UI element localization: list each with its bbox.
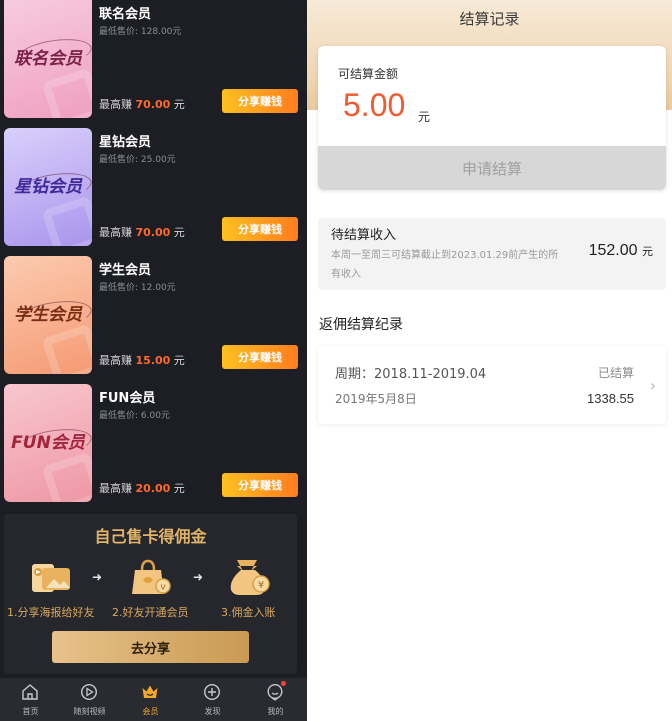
chevron-right-icon: › xyxy=(649,376,656,395)
play-icon xyxy=(80,683,98,701)
crown-icon xyxy=(142,685,158,698)
tab-label: 首页 xyxy=(22,707,39,716)
step-label: 1.分享海报给好友 xyxy=(7,606,95,619)
commission-promo: 自己售卡得佣金 ➜ v ➜ ¥ 1.分享海报给好友 2.好友开通会员 3.佣金入… xyxy=(4,514,297,674)
promo-title: 自己售卡得佣金 xyxy=(94,527,207,546)
apply-settlement-button[interactable]: 申请结算 xyxy=(318,146,666,190)
card-max-earn: 最高赚 20.00 元 xyxy=(99,482,185,495)
pending-description: 本周一至周三可结算截止到2023.01.29前产生的所有收入 xyxy=(331,250,559,280)
record-amount: 1338.55 xyxy=(587,391,634,406)
svg-text:v: v xyxy=(160,583,166,593)
poster-icon xyxy=(32,564,70,592)
notification-badge xyxy=(281,681,286,686)
card-art: 联名会员 xyxy=(4,0,92,118)
home-icon xyxy=(22,684,38,700)
card-art: FUN会员 xyxy=(4,384,92,502)
card-name: 联名会员 xyxy=(99,7,152,22)
card-min-price: 最低售价: 12.00元 xyxy=(99,283,176,293)
record-date: 2019年5月8日 xyxy=(335,392,417,406)
pending-value: 152.00 元 xyxy=(588,242,653,259)
arrow-icon: ➜ xyxy=(193,570,204,584)
member-card-student: 学生会员 学生会员 最低售价: 12.00元 最高赚 15.00 元 分享赚钱 xyxy=(0,256,307,376)
amount-value: 5.00 xyxy=(343,87,406,123)
share-earn-button[interactable]: 分享赚钱 xyxy=(222,473,298,497)
card-min-price: 最低售价: 25.00元 xyxy=(99,155,176,165)
amount-label: 可结算金额 xyxy=(338,67,399,81)
card-max-earn: 最高赚 15.00 元 xyxy=(99,354,185,367)
money-bag-icon: ¥ xyxy=(230,560,270,595)
settleable-amount-card: 可结算金额 5.00 元 申请结算 xyxy=(318,46,666,190)
settlement-record-row[interactable]: 周期：2018.11-2019.04 已结算 2019年5月8日 1338.55… xyxy=(318,346,666,424)
member-card-fun: FUN会员 FUN会员 最低售价: 6.00元 最高赚 20.00 元 分享赚钱 xyxy=(0,384,307,504)
card-max-earn: 最高赚 70.00 元 xyxy=(99,226,185,239)
amount-unit: 元 xyxy=(418,110,431,124)
pending-title: 待结算收入 xyxy=(331,228,397,243)
share-earn-button[interactable]: 分享赚钱 xyxy=(222,89,298,113)
tab-label: 会员 xyxy=(142,707,159,716)
bottom-tab-bar: 首页 随刻视频 会员 发现 我的 xyxy=(0,678,307,721)
card-art: 星钻会员 xyxy=(4,128,92,246)
gift-bag-icon: v xyxy=(132,559,171,594)
page-title: 结算记录 xyxy=(459,10,520,28)
step-label: 3.佣金入账 xyxy=(221,606,276,619)
record-period: 周期：2018.11-2019.04 xyxy=(335,367,487,382)
tab-discover[interactable]: 发现 xyxy=(182,678,243,721)
member-card-lianming: 联名会员 联名会员 最低售价: 128.00元 最高赚 70.00 元 分享赚钱 xyxy=(0,0,307,120)
plus-circle-icon xyxy=(203,683,221,701)
svg-text:¥: ¥ xyxy=(258,580,264,591)
card-name: 学生会员 xyxy=(99,263,152,278)
tab-mine[interactable]: 我的 xyxy=(245,678,306,721)
go-share-button[interactable]: 去分享 xyxy=(52,631,249,663)
share-earn-button[interactable]: 分享赚钱 xyxy=(222,345,298,369)
tab-label: 发现 xyxy=(204,707,221,716)
card-max-earn: 最高赚 70.00 元 xyxy=(99,98,185,111)
settlement-panel: 结算记录 可结算金额 5.00 元 申请结算 待结算收入 本周一至周三可结算截止… xyxy=(307,0,672,721)
member-sales-panel: 联名会员 联名会员 最低售价: 128.00元 最高赚 70.00 元 分享赚钱… xyxy=(0,0,307,721)
tab-label: 随刻视频 xyxy=(73,707,106,716)
records-section-title: 返佣结算纪录 xyxy=(319,317,403,333)
member-card-xingzuan: 星钻会员 星钻会员 最低售价: 25.00元 最高赚 70.00 元 分享赚钱 xyxy=(0,128,307,248)
card-art: 学生会员 xyxy=(4,256,92,374)
tab-home[interactable]: 首页 xyxy=(0,678,61,721)
share-earn-button[interactable]: 分享赚钱 xyxy=(222,217,298,241)
card-name: 星钻会员 xyxy=(99,135,152,150)
step-label: 2.好友开通会员 xyxy=(112,606,189,619)
tab-member[interactable]: 会员 xyxy=(120,678,181,721)
tab-label: 我的 xyxy=(267,707,284,716)
card-name: FUN会员 xyxy=(99,391,156,406)
tab-video[interactable]: 随刻视频 xyxy=(59,678,120,721)
card-min-price: 最低售价: 6.00元 xyxy=(99,411,170,421)
card-min-price: 最低售价: 128.00元 xyxy=(99,27,182,37)
record-status: 已结算 xyxy=(597,366,634,380)
pending-income-card: 待结算收入 本周一至周三可结算截止到2023.01.29前产生的所有收入 152… xyxy=(318,218,666,290)
arrow-icon: ➜ xyxy=(92,570,103,584)
